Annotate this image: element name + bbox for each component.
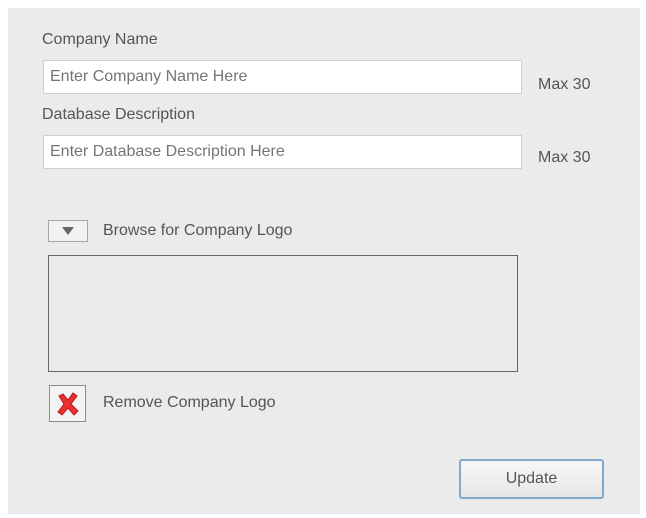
browse-logo-button[interactable] bbox=[48, 220, 88, 242]
remove-logo-label[interactable]: Remove Company Logo bbox=[103, 394, 276, 412]
company-name-label: Company Name bbox=[42, 31, 158, 48]
remove-logo-button[interactable] bbox=[49, 385, 86, 422]
database-description-label: Database Description bbox=[42, 106, 195, 123]
browse-logo-label[interactable]: Browse for Company Logo bbox=[103, 222, 292, 240]
company-name-max-note: Max 30 bbox=[538, 76, 591, 93]
company-name-input[interactable] bbox=[43, 60, 522, 94]
red-x-icon bbox=[56, 391, 79, 416]
database-description-input[interactable] bbox=[43, 135, 522, 169]
database-description-max-note: Max 30 bbox=[538, 149, 591, 166]
triangle-down-icon bbox=[62, 227, 74, 235]
update-button[interactable]: Update bbox=[459, 459, 604, 499]
logo-preview-area bbox=[48, 255, 518, 372]
